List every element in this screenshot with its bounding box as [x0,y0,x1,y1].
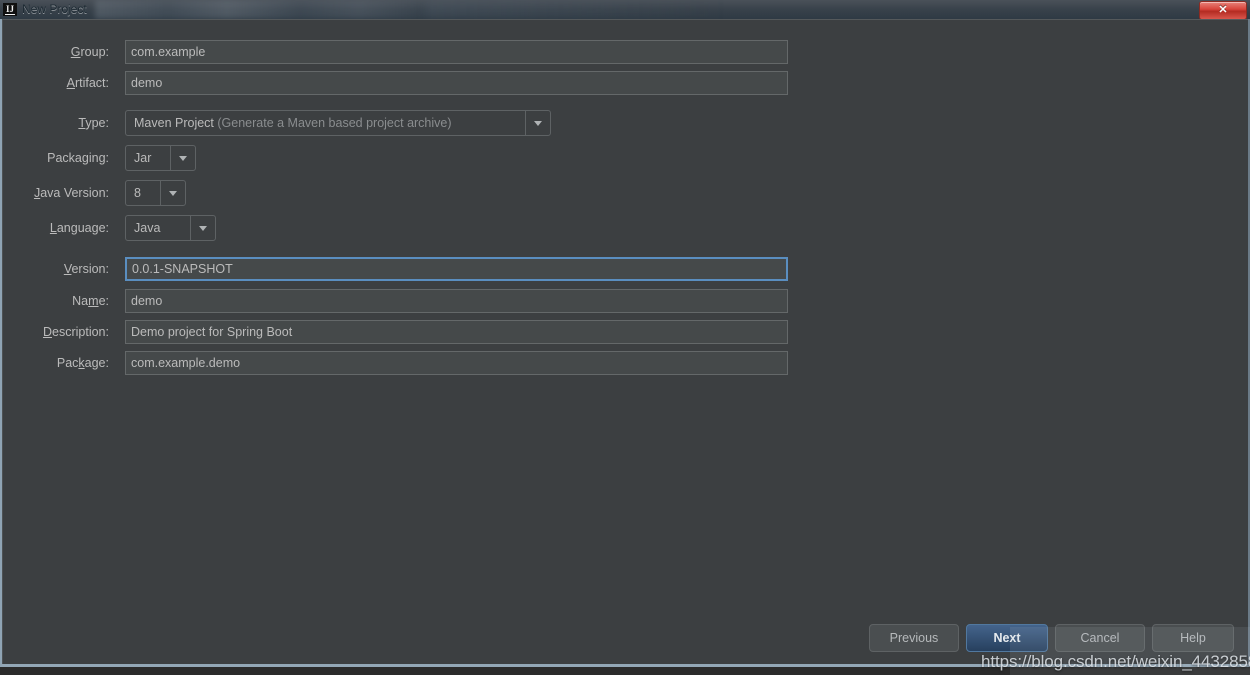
mnemonic-group: G [70,45,81,59]
label-package-text: Package: [56,356,109,370]
chevron-down-icon[interactable] [525,111,550,135]
label-language: Language: [11,216,109,240]
label-artifact: Artifact: [11,71,109,95]
packaging-combobox-value: Jar [134,151,152,165]
java-version-combobox-value: 8 [134,186,141,200]
chevron-down-icon[interactable] [170,146,195,170]
label-name: Name: [11,289,109,313]
type-combobox-value: Maven Project (Generate a Maven based pr… [134,116,452,130]
label-group-text: Group: [70,45,109,59]
background-blur-decoration-2 [425,0,725,19]
type-combobox-hint: (Generate a Maven based project archive) [213,116,452,130]
label-type: Type: [11,111,109,135]
mnemonic-packaging: g [81,151,89,165]
label-java-version: Java Version: [11,181,109,205]
version-input[interactable]: 0.0.1-SNAPSHOT [125,257,788,281]
artifact-input[interactable]: demo [125,71,788,95]
mnemonic-version: V [63,262,72,276]
group-input[interactable]: com.example [125,40,788,64]
watermark-text: https://blog.csdn.net/weixin_44328580 [981,652,1250,671]
language-combobox-value: Java [134,221,161,235]
new-project-dialog-window: IJ New Project ✕ Group: com.example Artifa… [0,0,1250,675]
close-icon[interactable]: ✕ [1199,1,1247,19]
intellij-idea-icon: IJ [3,3,17,16]
label-type-text: Type: [78,116,109,130]
language-combobox[interactable]: Java [125,215,216,241]
label-name-text: Name: [72,294,109,308]
previous-button[interactable]: Previous [869,624,959,652]
mnemonic-java-version: J [33,186,41,200]
mnemonic-package: k [78,356,85,370]
label-package: Package: [11,351,109,375]
mnemonic-description: D [42,325,53,339]
label-version: Version: [11,257,109,281]
label-java-version-text: Java Version: [33,186,109,200]
packaging-combobox[interactable]: Jar [125,145,196,171]
background-blur-decoration [95,0,425,19]
window-title: New Project [22,2,87,16]
label-artifact-text: Artifact: [66,76,109,90]
dialog-content: Group: com.example Artifact: demo Type: Maven… [2,19,1250,675]
label-version-text: Version: [63,262,109,276]
chevron-down-icon[interactable] [160,181,185,205]
mnemonic-language: L [49,221,57,235]
title-bar: IJ New Project ✕ [0,0,1250,19]
label-language-text: Language: [49,221,109,235]
label-description: Description: [11,320,109,344]
dialog-frame: Group: com.example Artifact: demo Type: Maven… [0,19,1250,675]
chevron-down-icon[interactable] [190,216,215,240]
mnemonic-name: m [88,294,99,308]
label-group: Group: [11,40,109,64]
description-input[interactable]: Demo project for Spring Boot [125,320,788,344]
label-packaging: Packaging: [11,146,109,170]
java-version-combobox[interactable]: 8 [125,180,186,206]
package-input[interactable]: com.example.demo [125,351,788,375]
mnemonic-type: T [78,116,86,130]
name-input[interactable]: demo [125,289,788,313]
label-description-text: Description: [42,325,109,339]
type-combobox[interactable]: Maven Project (Generate a Maven based pr… [125,110,551,136]
mnemonic-artifact: A [66,76,75,90]
label-packaging-text: Packaging: [47,151,109,165]
